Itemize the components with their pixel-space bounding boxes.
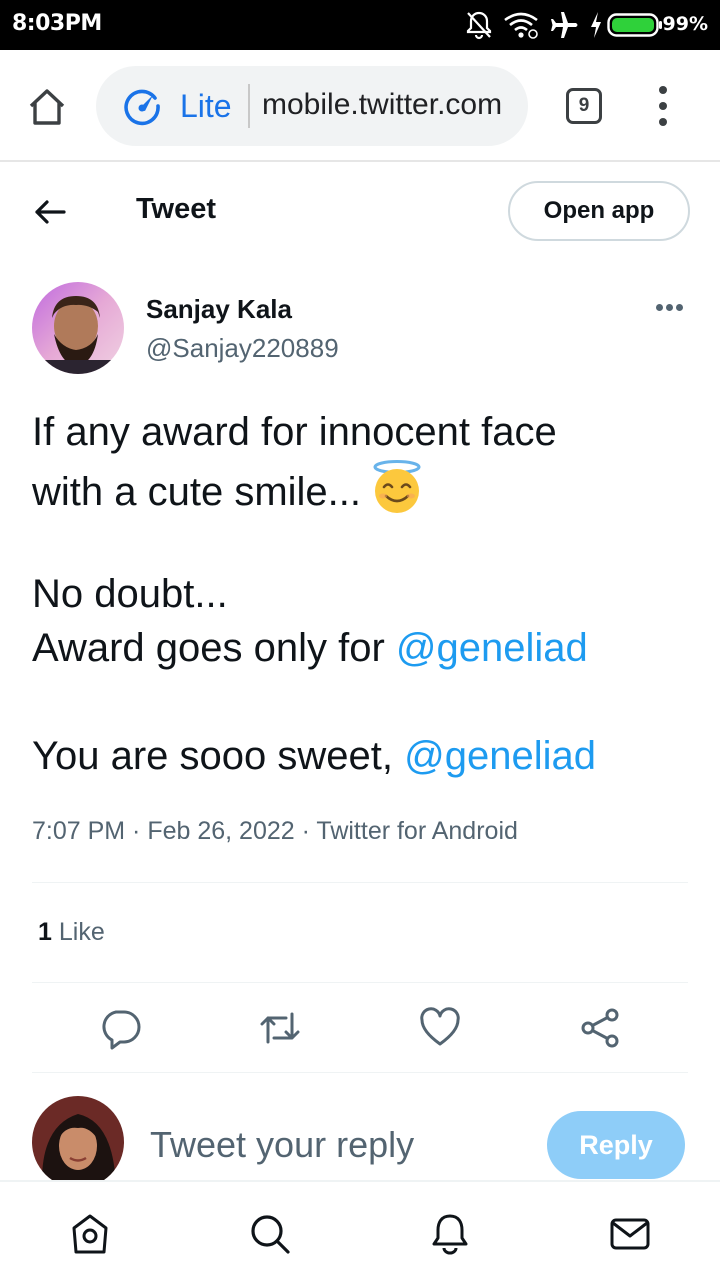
page-title: Tweet <box>136 193 217 225</box>
tweet-line-text: Award goes only for <box>32 626 396 670</box>
divider <box>32 882 688 883</box>
wifi-icon <box>504 12 538 39</box>
browser-toolbar: Lite mobile.twitter.com 9 <box>0 50 720 162</box>
tweet-line: No doubt... <box>32 572 228 616</box>
tweet-line-text: You are sooo sweet, <box>32 734 405 778</box>
reply-icon[interactable] <box>98 1006 142 1050</box>
divider <box>32 982 688 983</box>
home-icon[interactable] <box>68 1212 112 1256</box>
tweet-line: Award goes only for @geneliad <box>32 621 692 675</box>
tweet-line: with a cute smile... <box>32 459 692 514</box>
tweet-text: If any award for innocent face with a cu… <box>32 405 692 783</box>
likes-label: Like <box>58 918 105 946</box>
url-text[interactable]: mobile.twitter.com <box>262 88 518 128</box>
lite-mode-icon[interactable] <box>122 86 162 126</box>
status-time: 8:03PM <box>12 11 102 36</box>
tweet-line-text: with a cute smile... <box>32 470 362 514</box>
likes-count[interactable]: 1 Like <box>38 918 105 947</box>
mention-link[interactable]: @geneliad <box>404 734 596 778</box>
user-avatar[interactable] <box>32 1096 124 1188</box>
like-icon[interactable] <box>418 1006 462 1050</box>
bottom-nav <box>0 1180 720 1280</box>
reply-button[interactable]: Reply <box>547 1111 685 1179</box>
back-arrow-icon[interactable] <box>32 194 68 230</box>
share-icon[interactable] <box>578 1006 622 1050</box>
author-name[interactable]: Sanjay Kala <box>146 294 292 325</box>
tweet-line: If any award for innocent face <box>32 410 557 454</box>
notifications-off-icon <box>466 11 492 40</box>
divider <box>32 1072 688 1073</box>
address-bar[interactable]: Lite mobile.twitter.com <box>96 66 528 146</box>
airplane-icon <box>551 12 578 38</box>
search-icon[interactable] <box>248 1212 292 1256</box>
likes-number: 1 <box>38 918 52 946</box>
tweet-line: You are sooo sweet, @geneliad <box>32 729 692 783</box>
battery-icon <box>607 13 662 37</box>
more-options-icon[interactable] <box>654 300 686 316</box>
reply-input[interactable]: Tweet your reply <box>150 1124 414 1166</box>
tweet-meta[interactable]: 7:07 PM · Feb 26, 2022 · Twitter for And… <box>32 817 518 846</box>
tab-switcher-button[interactable]: 9 <box>566 88 602 124</box>
author-handle[interactable]: @Sanjay220889 <box>146 333 339 364</box>
notifications-icon[interactable] <box>428 1212 472 1256</box>
battery-percentage: 99% <box>662 13 708 35</box>
author-avatar[interactable] <box>32 282 124 374</box>
open-app-button[interactable]: Open app <box>508 181 690 241</box>
url-divider <box>248 84 250 128</box>
browser-menu-icon[interactable] <box>650 86 676 126</box>
messages-icon[interactable] <box>608 1212 652 1256</box>
browser-home-icon[interactable] <box>26 86 68 128</box>
status-bar: 8:03PM 99% <box>0 0 720 50</box>
retweet-icon[interactable] <box>258 1006 302 1050</box>
lite-mode-label[interactable]: Lite <box>180 88 232 125</box>
charging-icon <box>591 12 601 38</box>
mention-link[interactable]: @geneliad <box>396 626 588 670</box>
smiling-face-with-halo-icon <box>373 460 421 513</box>
